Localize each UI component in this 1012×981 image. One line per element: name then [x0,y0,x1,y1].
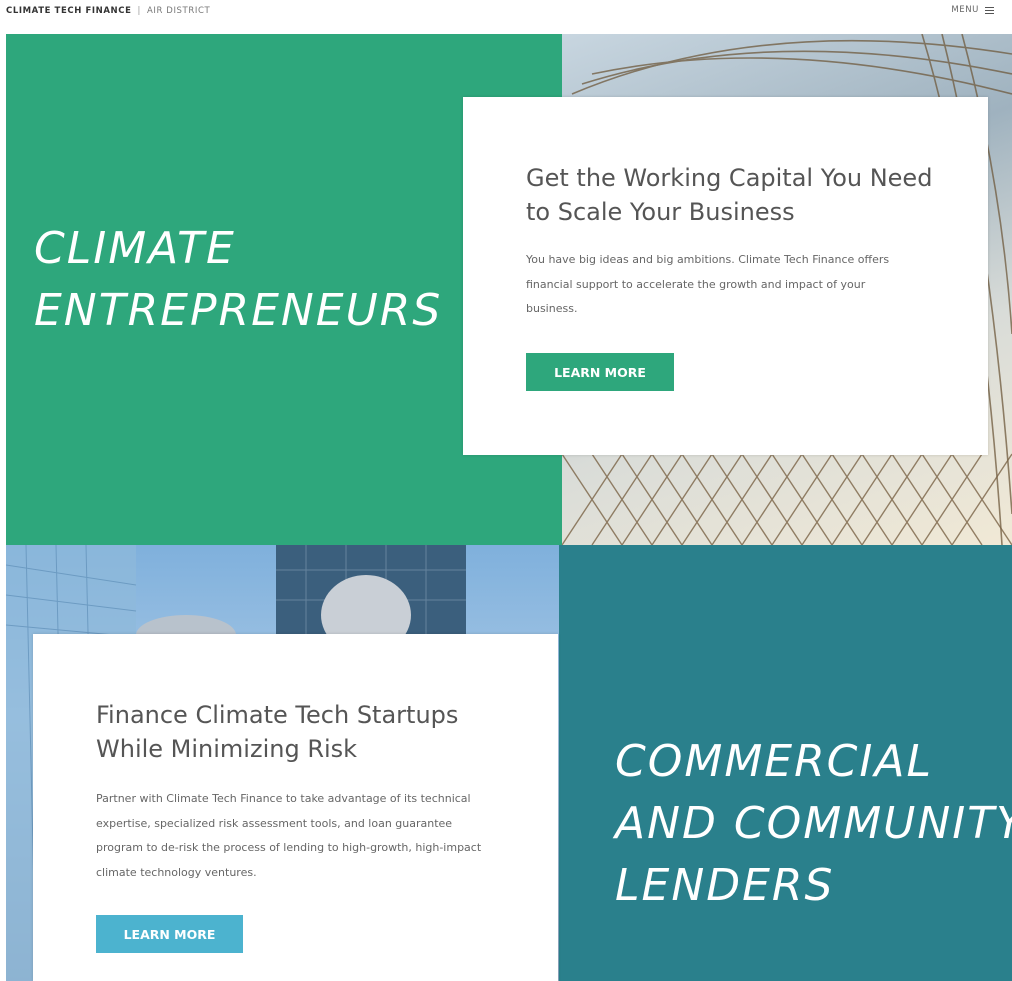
card-body-line: program to de-risk the process of lendin… [96,841,482,854]
brand-name[interactable]: CLIMATE TECH FINANCE [6,6,132,16]
lenders-learn-more-button[interactable]: LEARN MORE [96,915,243,953]
card-body-line: financial support to accelerate the grow… [526,277,866,291]
entrepreneurs-heading-line: ENTREPRENEURS [34,285,443,336]
working-capital-description: You have big ideas and big ambitions. Cl… [526,248,889,322]
card-title-line: Get the Working Capital You Need [526,164,933,192]
card-title-line: Finance Climate Tech Startups [96,701,459,729]
lenders-heading-line: LENDERS [615,860,835,911]
lenders-heading-line: AND COMMUNITY [615,798,1012,849]
brand[interactable]: CLIMATE TECH FINANCE | AIR DISTRICT [6,6,210,16]
entrepreneurs-heading-line: CLIMATE [34,223,236,274]
card-body-line: Partner with Climate Tech Finance to tak… [96,792,471,805]
lenders-heading-line: COMMERCIAL [615,736,933,787]
entrepreneurs-learn-more-button[interactable]: LEARN MORE [526,353,674,391]
card-body-line: climate technology ventures. [96,865,257,879]
working-capital-card: Get the Working Capital You Need to Scal… [463,97,988,455]
working-capital-title: Get the Working Capital You Need to Scal… [526,161,932,229]
top-bar: CLIMATE TECH FINANCE | AIR DISTRICT MENU [0,0,1012,30]
finance-startups-title: Finance Climate Tech Startups While Mini… [96,698,458,766]
menu-label: MENU [951,5,979,15]
finance-startups-description: Partner with Climate Tech Finance to tak… [96,787,481,885]
brand-sub[interactable]: AIR DISTRICT [147,6,210,16]
lenders-panel: COMMERCIAL AND COMMUNITY LENDERS [559,545,1012,981]
finance-startups-card: Finance Climate Tech Startups While Mini… [33,634,558,981]
card-body-line: You have big ideas and big ambitions. Cl… [526,253,890,266]
card-body-line: expertise, specialized risk assessment t… [96,816,453,830]
menu-button[interactable]: MENU [951,5,994,15]
brand-separator: | [137,6,141,16]
card-title-line: to Scale Your Business [526,198,795,226]
lenders-heading: COMMERCIAL AND COMMUNITY LENDERS [615,731,1012,917]
entrepreneurs-heading: CLIMATE ENTREPRENEURS [34,218,442,342]
hamburger-menu-icon [985,6,994,14]
card-title-line: While Minimizing Risk [96,735,358,763]
card-body-line: business. [526,302,578,315]
